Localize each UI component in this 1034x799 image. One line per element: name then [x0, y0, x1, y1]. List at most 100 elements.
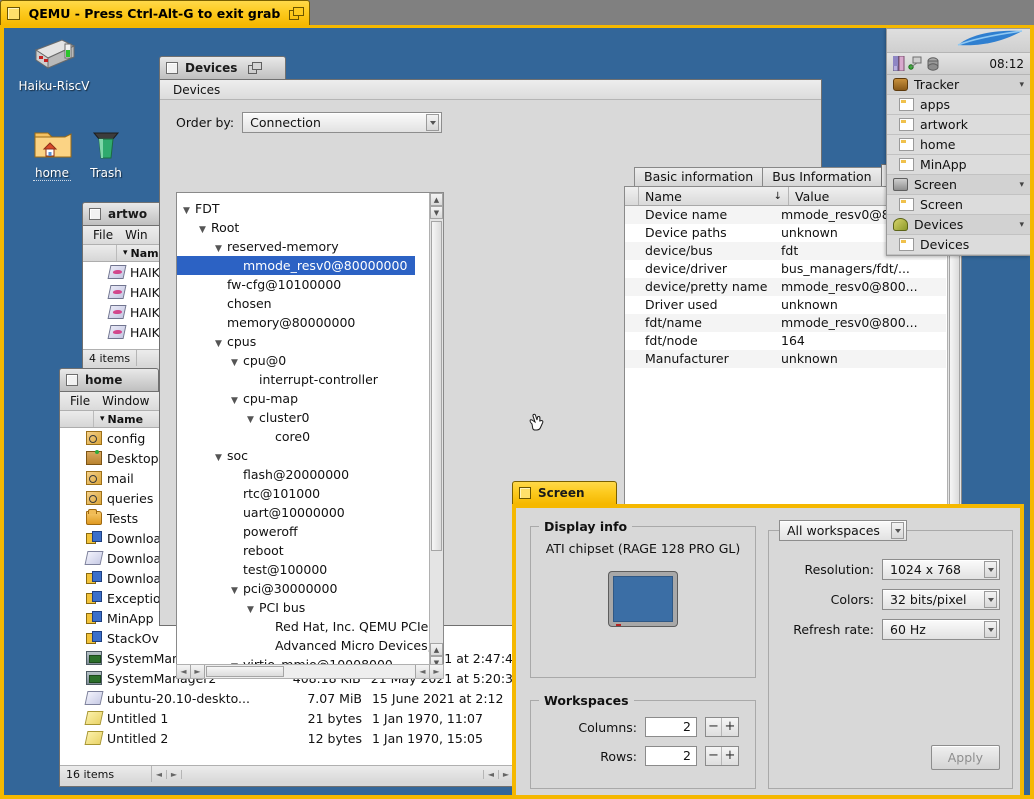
- scroll-up-button[interactable]: ▲: [430, 193, 443, 206]
- columns-stepper[interactable]: − +: [705, 717, 739, 737]
- haiku-desktop[interactable]: Haiku-RiscV home Trash artwo File Win ▾ …: [4, 28, 1030, 795]
- decrement-icon[interactable]: −: [706, 718, 722, 736]
- chevron-down-icon[interactable]: ▼: [183, 202, 195, 221]
- scroll-down-button[interactable]: ▼: [430, 206, 443, 219]
- chevron-down-icon[interactable]: ▼: [231, 582, 243, 601]
- refresh-rate-select[interactable]: 60 Hz: [882, 619, 1000, 640]
- deskbar-item-apps[interactable]: apps: [887, 95, 1030, 115]
- chevron-down-icon[interactable]: ▼: [215, 335, 227, 354]
- devices-window-titlebar[interactable]: Devices: [159, 56, 286, 79]
- menu-devices[interactable]: Devices: [168, 83, 225, 97]
- colors-select[interactable]: 32 bits/pixel: [882, 589, 1000, 610]
- increment-icon[interactable]: +: [722, 718, 738, 736]
- network-icon[interactable]: [908, 56, 923, 71]
- deskbar-item-devices[interactable]: Devices: [887, 235, 1030, 255]
- tree-node[interactable]: chosen: [177, 294, 429, 313]
- menu-window[interactable]: Window: [96, 394, 155, 408]
- scroll-right-button-2[interactable]: ►: [498, 769, 513, 779]
- home-window-titlebar[interactable]: home: [59, 368, 159, 391]
- chevron-down-icon[interactable]: [891, 522, 904, 539]
- chevron-down-icon[interactable]: ▼: [247, 601, 259, 620]
- table-row[interactable]: fdt/node 164: [625, 332, 946, 350]
- close-icon[interactable]: [66, 374, 78, 386]
- scroll-thumb[interactable]: [206, 666, 284, 677]
- devices-menubar[interactable]: Devices: [160, 80, 821, 100]
- zoom-icon[interactable]: [289, 6, 304, 20]
- tab-basic-information[interactable]: Basic information: [634, 167, 764, 186]
- tree-node[interactable]: memory@80000000: [177, 313, 429, 332]
- screen-window-titlebar[interactable]: Screen: [512, 481, 617, 504]
- tree-node[interactable]: ▼ pci@30000000: [177, 579, 429, 598]
- deskbar-item-tracker[interactable]: Tracker ▾: [887, 75, 1030, 95]
- increment-icon[interactable]: +: [722, 747, 738, 765]
- tree-node[interactable]: ▼ soc: [177, 446, 429, 465]
- chevron-down-icon[interactable]: [984, 561, 997, 578]
- scroll-thumb[interactable]: [431, 221, 442, 551]
- device-tree-pane[interactable]: ▼ FDT ▼ Root ▼ reserved-memory mmode_resv0@800…: [176, 192, 444, 670]
- tree-node[interactable]: fw-cfg@10100000: [177, 275, 429, 294]
- tree-node[interactable]: poweroff: [177, 522, 429, 541]
- qemu-titlebar[interactable]: QEMU - Press Ctrl-Alt-G to exit grab: [0, 0, 310, 25]
- tree-node[interactable]: Red Hat, Inc. QEMU PCIe H: [177, 617, 429, 636]
- table-row[interactable]: Driver used unknown: [625, 296, 946, 314]
- workspaces-icon[interactable]: [893, 56, 905, 71]
- tree-node[interactable]: ▼ PCI bus: [177, 598, 429, 617]
- tree-node[interactable]: ▼ cpus: [177, 332, 429, 351]
- tree-scrollbar-vertical[interactable]: ▲ ▼ ▲ ▼: [429, 193, 443, 669]
- desktop-icon-disk[interactable]: Haiku-RiscV: [14, 36, 94, 93]
- deskbar[interactable]: 08:12 Tracker ▾ apps artwork home MinApp Scree…: [886, 28, 1030, 256]
- scroll-right-button[interactable]: ►: [191, 665, 205, 678]
- rows-stepper[interactable]: − +: [705, 746, 739, 766]
- deskbar-item-artwork[interactable]: artwork: [887, 115, 1030, 135]
- tree-node[interactable]: reboot: [177, 541, 429, 560]
- chevron-down-icon[interactable]: [984, 591, 997, 608]
- scroll-track[interactable]: [205, 665, 415, 678]
- apply-button[interactable]: Apply: [930, 745, 1000, 770]
- scroll-up-button-2[interactable]: ▲: [430, 643, 443, 656]
- table-row[interactable]: Manufacturer unknown: [625, 350, 946, 368]
- deskbar-clock[interactable]: 08:12: [989, 57, 1024, 71]
- chevron-down-icon[interactable]: ▼: [231, 354, 243, 373]
- scroll-left-button[interactable]: ◄: [152, 769, 167, 779]
- list-item[interactable]: Untitled 2 12 bytes 1 Jan 1970, 15:05: [60, 728, 513, 748]
- deskbar-item-home[interactable]: home: [887, 135, 1030, 155]
- desktop-icon-trash[interactable]: Trash: [66, 123, 146, 180]
- table-row[interactable]: device/pretty name mmode_resv0@800...: [625, 278, 946, 296]
- deskbar-item-screen[interactable]: Screen ▾: [887, 175, 1030, 195]
- chevron-down-icon[interactable]: ▾: [1019, 220, 1024, 230]
- tree-node[interactable]: ▼ reserved-memory: [177, 237, 429, 256]
- tree-node[interactable]: ▼ FDT: [177, 199, 429, 218]
- close-icon[interactable]: [519, 487, 531, 499]
- deskbar-item-minapp[interactable]: MinApp: [887, 155, 1030, 175]
- tree-scrollbar-horizontal[interactable]: ◄ ► ◄ ►: [176, 664, 444, 679]
- table-row[interactable]: fdt/name mmode_resv0@800...: [625, 314, 946, 332]
- resolution-select[interactable]: 1024 x 768: [882, 559, 1000, 580]
- close-icon[interactable]: [7, 6, 20, 20]
- scroll-left-button-2[interactable]: ◄: [483, 769, 498, 779]
- column-header-name[interactable]: Name ↓: [639, 187, 789, 205]
- chevron-down-icon[interactable]: ▼: [231, 392, 243, 411]
- scroll-left-button-2[interactable]: ◄: [415, 665, 429, 678]
- deskbar-item-screen[interactable]: Screen: [887, 195, 1030, 215]
- deskbar-item-devices[interactable]: Devices ▾: [887, 215, 1030, 235]
- tree-node[interactable]: Advanced Micro Devices, I: [177, 636, 429, 655]
- chevron-down-icon[interactable]: ▼: [247, 411, 259, 430]
- tree-node[interactable]: mmode_resv0@80000000: [177, 256, 416, 275]
- scroll-left-button[interactable]: ◄: [177, 665, 191, 678]
- list-item[interactable]: ubuntu-20.10-deskto... 7.07 MiB 15 June 20…: [60, 688, 513, 708]
- screen-settings-window[interactable]: Screen Display info ATI chipset (RAGE 12…: [512, 481, 1024, 795]
- tree-node[interactable]: ▼ cpu-map: [177, 389, 429, 408]
- scroll-right-button-2[interactable]: ►: [429, 665, 443, 678]
- list-item[interactable]: Untitled 1 21 bytes 1 Jan 1970, 11:07: [60, 708, 513, 728]
- chevron-down-icon[interactable]: ▾: [1019, 180, 1024, 190]
- chevron-down-icon[interactable]: [984, 621, 997, 638]
- zoom-icon[interactable]: [248, 62, 263, 74]
- columns-input[interactable]: 2: [645, 717, 697, 737]
- workspace-select[interactable]: All workspaces: [779, 520, 907, 541]
- deskbar-tray[interactable]: 08:12: [887, 52, 1030, 75]
- table-row[interactable]: device/driver bus_managers/fdt/...: [625, 260, 946, 278]
- deskbar-logo-area[interactable]: [887, 29, 1030, 52]
- tab-bus-information[interactable]: Bus Information: [762, 167, 882, 186]
- tree-node[interactable]: core0: [177, 427, 429, 446]
- haiku-leaf-icon[interactable]: [956, 30, 1026, 50]
